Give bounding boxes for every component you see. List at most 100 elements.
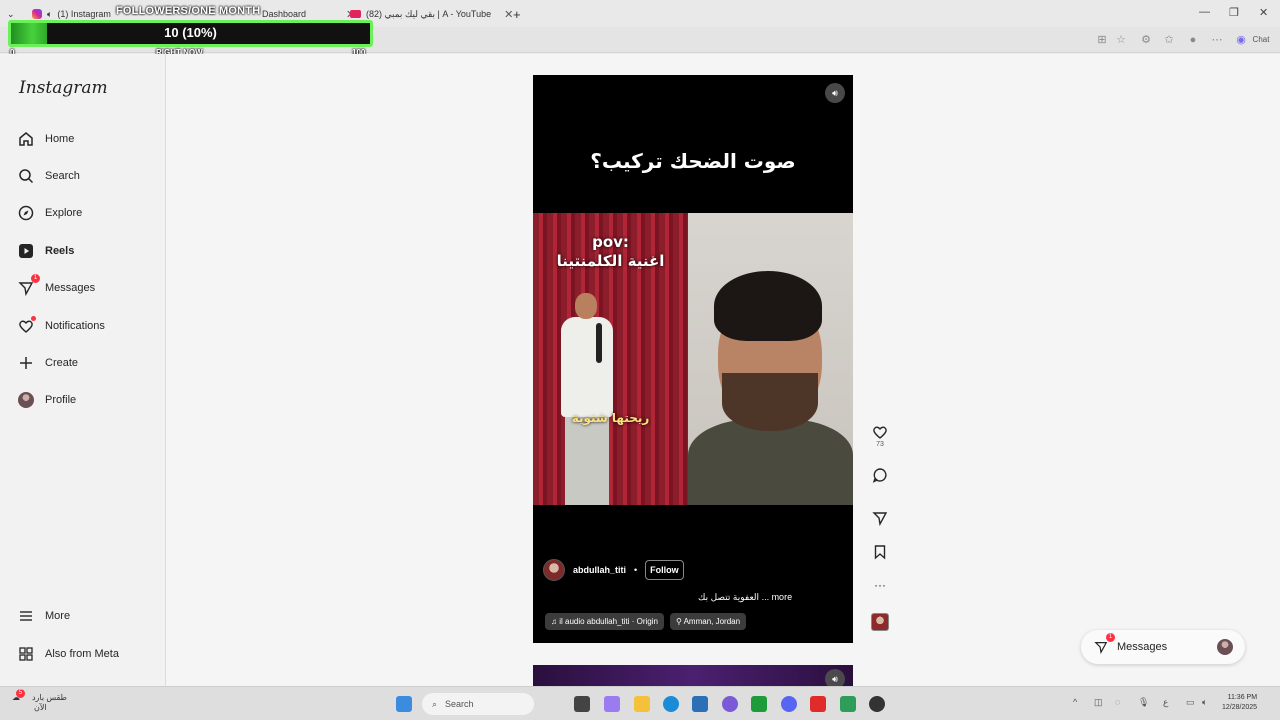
- close-icon[interactable]: ✕: [504, 8, 513, 21]
- bookmark-icon: [874, 545, 886, 560]
- taskbar-search[interactable]: ⌕ Search: [422, 693, 534, 715]
- instagram-logo[interactable]: Instagram: [19, 78, 108, 98]
- more-options-button[interactable]: ···: [870, 578, 890, 592]
- audio-pill[interactable]: ♫ il audio abdullah_titi · Origin: [545, 613, 664, 630]
- profile-icon[interactable]: ●: [1186, 33, 1200, 47]
- reel-video[interactable]: 🔊︎ صوت الضحك تركيب؟ pov: اغنية الكلمنتين…: [533, 75, 853, 643]
- heart-icon: [873, 426, 887, 439]
- figure-head: [575, 293, 597, 319]
- sidebar-item-explore[interactable]: Explore: [18, 201, 82, 225]
- file-explorer-icon[interactable]: [634, 696, 650, 712]
- pov-caption: pov: اغنية الكلمنتينا: [533, 233, 688, 271]
- microphone-icon[interactable]: 🎙︎: [1138, 697, 1149, 708]
- audio-icon[interactable]: 🔈︎: [47, 9, 52, 20]
- instagram-sidebar: Instagram Home Search Explore Reels 1 Me…: [0, 54, 166, 686]
- messages-badge: 1: [1106, 633, 1115, 642]
- sidebar-item-messages[interactable]: 1 Messages: [18, 274, 95, 300]
- restore-icon[interactable]: ❐: [1229, 6, 1239, 19]
- youtube-app-icon[interactable]: [810, 696, 826, 712]
- copilot-icon[interactable]: ◉: [1234, 33, 1248, 47]
- pov-line-2: اغنية الكلمنتينا: [556, 252, 665, 270]
- store-icon[interactable]: [692, 696, 708, 712]
- author-avatar[interactable]: [543, 559, 565, 581]
- sidebar-item-label: Notifications: [45, 320, 105, 332]
- chat-label[interactable]: Chat: [1250, 33, 1272, 47]
- sidebar-item-profile[interactable]: Profile: [18, 388, 76, 412]
- figure-body: [561, 317, 613, 417]
- reel-meta-row: ♫ il audio abdullah_titi · Origin ⚲ Amma…: [545, 613, 747, 630]
- share-button[interactable]: [870, 510, 890, 526]
- edge-icon[interactable]: [663, 696, 679, 712]
- notification-dot: [31, 316, 36, 321]
- volume-icon[interactable]: 🔊︎: [825, 83, 845, 103]
- taskbar-search-placeholder: Search: [445, 699, 474, 709]
- send-icon: [872, 512, 888, 526]
- app-icon[interactable]: [869, 696, 885, 712]
- followers-progress-bar: 10 (10%): [8, 20, 373, 47]
- instagram-favicon-icon: [32, 9, 42, 19]
- volume-icon[interactable]: 🔈︎: [1202, 697, 1207, 708]
- windows-start-icon[interactable]: [396, 696, 412, 712]
- more-menu-icon[interactable]: ⋯: [1210, 33, 1224, 47]
- new-tab-button[interactable]: +: [513, 4, 521, 24]
- pov-line-1: pov:: [592, 233, 629, 251]
- tray-app-icon[interactable]: ◫: [1094, 697, 1103, 708]
- discord-icon[interactable]: [781, 696, 797, 712]
- extensions-icon[interactable]: ⚙: [1139, 33, 1153, 47]
- video-left-panel: pov: اغنية الكلمنتينا ريحتها شتوية: [533, 213, 688, 505]
- messages-floating-button[interactable]: 1 Messages: [1081, 630, 1245, 664]
- follow-button[interactable]: Follow: [645, 560, 684, 580]
- windows-taskbar: ☁ 5 طقس بارد الآن ⌕ Search ^ ◫ ◌ 🎙︎ ع ▭ 🔈…: [0, 686, 1280, 720]
- tab-title: (82) بقي ليك بمبي | A - YouTube: [366, 8, 492, 19]
- sidebar-item-search[interactable]: Search: [18, 164, 80, 188]
- save-button[interactable]: [870, 544, 890, 560]
- profile-avatar-wrap: [18, 392, 34, 408]
- favorites-icon[interactable]: ✩: [1162, 33, 1176, 47]
- app-install-icon[interactable]: ⊞: [1095, 33, 1109, 47]
- comment-button[interactable]: [870, 467, 890, 483]
- tray-chevron-icon[interactable]: ^: [1073, 697, 1077, 707]
- location-pill[interactable]: ⚲ Amman, Jordan: [669, 613, 747, 630]
- tab-title: Dashboard: [262, 9, 307, 19]
- separator-dot: •: [634, 565, 638, 575]
- network-icon[interactable]: ▭: [1186, 697, 1195, 708]
- sidebar-item-label: More: [45, 610, 71, 622]
- tray-eye-icon[interactable]: ◌: [1115, 697, 1120, 707]
- taskbar-clock[interactable]: 11:36 PM 12/28/2025: [1222, 693, 1257, 713]
- whatsapp-icon[interactable]: [840, 696, 856, 712]
- task-view-icon[interactable]: [574, 696, 590, 712]
- progress-text: 10 (10%): [164, 25, 217, 40]
- heart-icon: [18, 316, 36, 334]
- obs-icon[interactable]: [722, 696, 738, 712]
- close-window-icon[interactable]: ✕: [1259, 6, 1268, 19]
- comedian-figure: [553, 293, 623, 505]
- like-button[interactable]: 73: [870, 424, 890, 448]
- reel-top-caption: صوت الضحك تركيب؟: [590, 149, 796, 173]
- messages-label: Messages: [1117, 641, 1168, 653]
- tab-youtube[interactable]: (82) بقي ليك بمبي | A - YouTube ✕: [350, 4, 513, 24]
- sidebar-item-create[interactable]: Create: [18, 351, 78, 375]
- next-reel-preview[interactable]: 🔊︎: [533, 665, 853, 686]
- tab-title: (1) Instagram: [57, 9, 111, 19]
- keyboard-language[interactable]: ع: [1163, 697, 1168, 708]
- sidebar-item-also-from-meta[interactable]: Also from Meta: [18, 642, 119, 666]
- sidebar-item-reels[interactable]: Reels: [18, 239, 74, 263]
- minimize-icon[interactable]: —: [1199, 6, 1210, 18]
- home-icon: [18, 131, 34, 147]
- weather-widget[interactable]: ☁ 5 طقس بارد الآن: [12, 689, 67, 713]
- audio-thumbnail[interactable]: [871, 613, 889, 631]
- video-right-panel: [688, 213, 853, 505]
- kick-icon[interactable]: [751, 696, 767, 712]
- sidebar-item-more[interactable]: More: [18, 604, 70, 628]
- favorite-star-icon[interactable]: ☆: [1114, 33, 1128, 47]
- clock-date: 12/28/2025: [1222, 704, 1258, 711]
- messages-badge: 1: [31, 274, 40, 283]
- author-username[interactable]: abdullah_titi: [573, 565, 626, 575]
- copilot-app-icon[interactable]: [604, 696, 620, 712]
- sidebar-item-notifications[interactable]: Notifications: [18, 314, 105, 338]
- location-pin-icon: ⚲: [675, 617, 684, 626]
- reel-description[interactable]: العفوية تتصل بك ... more: [698, 592, 792, 603]
- sidebar-item-home[interactable]: Home: [18, 127, 74, 151]
- volume-icon[interactable]: 🔊︎: [825, 669, 845, 686]
- sidebar-item-label: Also from Meta: [45, 648, 119, 660]
